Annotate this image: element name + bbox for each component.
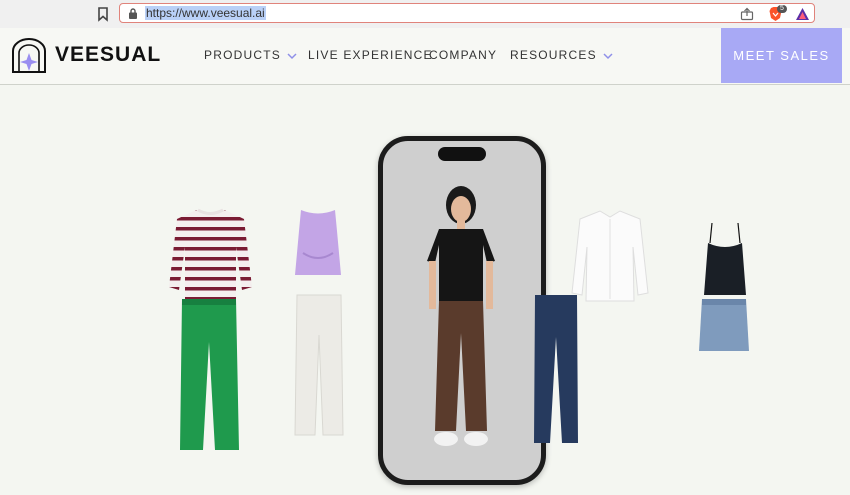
denim-skirt-image <box>699 299 749 351</box>
striped-sweater-image <box>169 208 252 299</box>
phone-mockup <box>378 136 546 485</box>
bookmark-icon[interactable] <box>96 6 110 22</box>
meet-sales-button[interactable]: MEET SALES <box>721 28 842 83</box>
lock-icon[interactable] <box>127 7 139 20</box>
chevron-down-icon <box>603 53 613 59</box>
brave-badge-count: 5 <box>777 5 787 13</box>
nav-resources-label: RESOURCES <box>510 48 597 62</box>
nav-resources[interactable]: RESOURCES <box>510 48 613 62</box>
black-camisole-image <box>704 222 746 295</box>
logo-text[interactable]: VEESUAL <box>55 43 161 67</box>
share-icon[interactable] <box>740 7 754 21</box>
phone-notch <box>438 147 486 161</box>
nav-products[interactable]: PRODUCTS <box>204 48 297 62</box>
address-bar[interactable]: https://www.veesual.ai 5 <box>119 3 815 23</box>
nav-company[interactable]: COMPANY <box>429 48 497 62</box>
green-jeans-image <box>180 299 239 450</box>
veesual-logo-icon[interactable] <box>10 38 48 74</box>
white-jeans-image <box>294 294 344 436</box>
lilac-top-image <box>295 210 341 275</box>
model-image <box>427 186 495 446</box>
dark-jeans-image <box>534 295 578 443</box>
white-blouse-image <box>571 210 649 302</box>
hero-section <box>0 85 850 495</box>
browser-toolbar: https://www.veesual.ai 5 <box>0 0 850 28</box>
nav-products-label: PRODUCTS <box>204 48 281 62</box>
brave-rewards-icon[interactable] <box>795 7 810 21</box>
site-header: VEESUAL PRODUCTS LIVE EXPERIENCE COMPANY… <box>0 28 850 85</box>
url-text[interactable]: https://www.veesual.ai <box>145 6 266 20</box>
nav-live-experience[interactable]: LIVE EXPERIENCE <box>308 48 433 62</box>
chevron-down-icon <box>287 53 297 59</box>
